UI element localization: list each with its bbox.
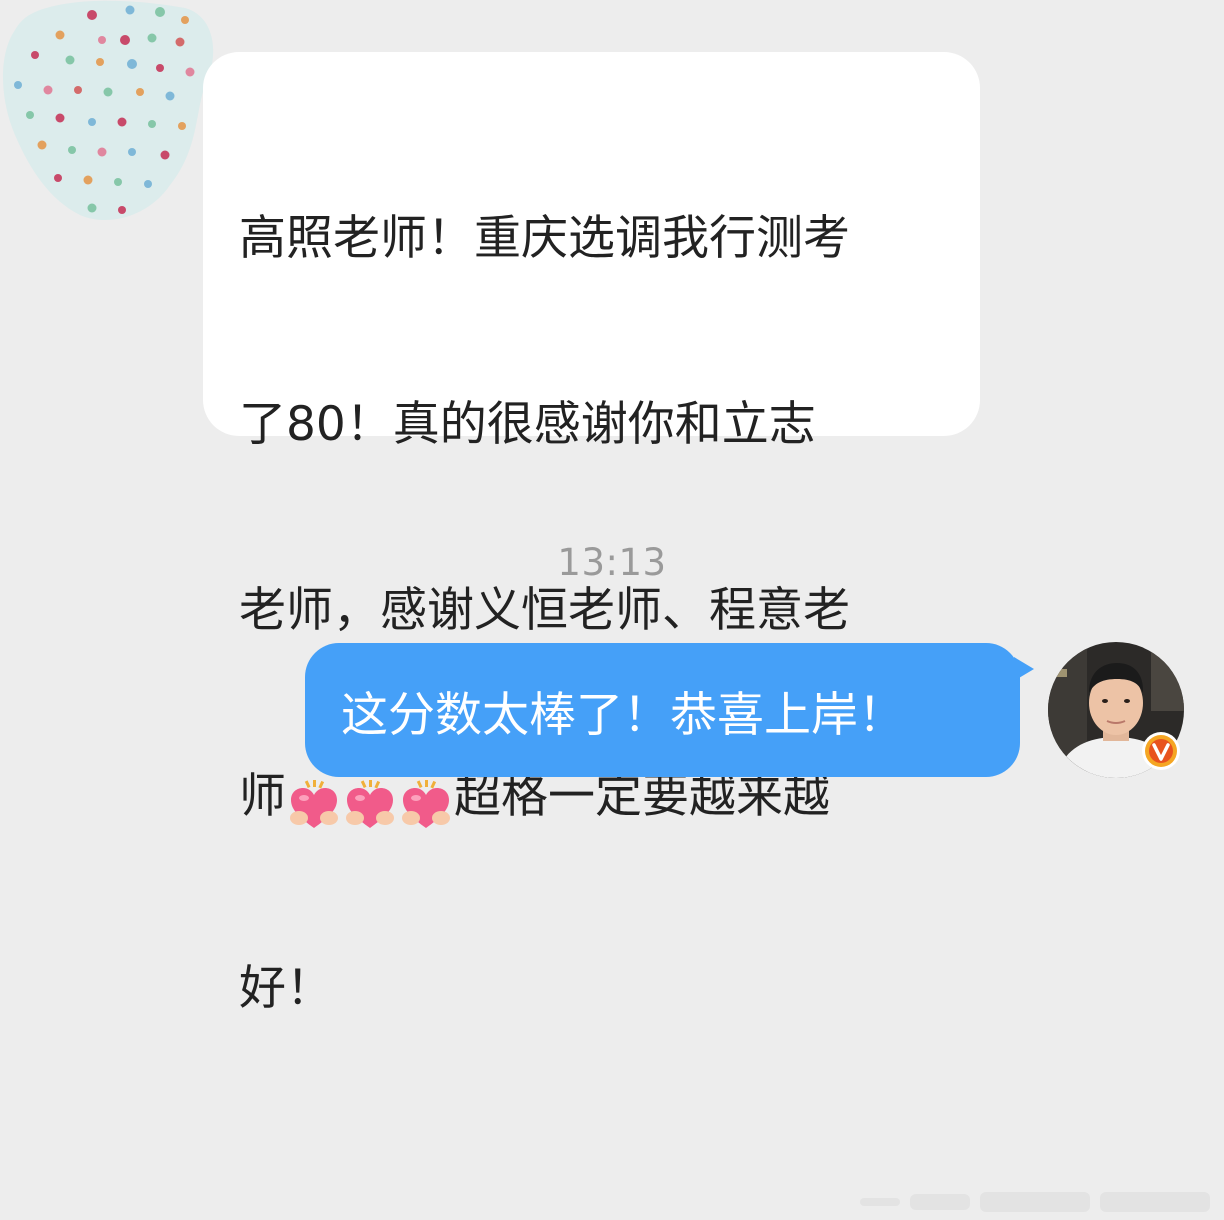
heart-emoji-group [286,772,454,834]
verified-badge-icon [1142,732,1180,770]
heart-hug-emoji-icon [346,779,394,828]
incoming-line-4-start: 师 [239,769,286,824]
incoming-line-1: 高照老师！重庆选调我行测考 [239,211,850,266]
heart-hug-emoji-icon [290,779,338,828]
incoming-message-bubble[interactable]: 高照老师！重庆选调我行测考 了80！真的很感谢你和立志 老师，感谢义恒老师、程意… [203,52,980,1016]
heart-hug-emoji-icon [402,779,450,828]
bubble-tail [1014,657,1034,681]
watermark-decoration [860,1192,1210,1212]
outgoing-message-text: 这分数太棒了！恭喜上岸！ [341,687,905,743]
outgoing-message-bubble[interactable]: 这分数太棒了！恭喜上岸！ [305,643,1034,777]
incoming-message-text: 高照老师！重庆选调我行测考 了80！真的很感谢你和立志 老师，感谢义恒老师、程意… [239,84,950,1144]
incoming-line-3: 老师，感谢义恒老师、程意老 [239,583,850,638]
message-timestamp: 13:13 [557,541,667,584]
incoming-line-2: 了80！真的很感谢你和立志 [239,397,816,452]
incoming-line-5: 好！ [239,961,333,1016]
sender-avatar-polka-dot[interactable] [0,0,215,225]
user-avatar[interactable] [1047,641,1185,779]
incoming-line-4-end: 超格一定要越来越 [454,769,830,824]
